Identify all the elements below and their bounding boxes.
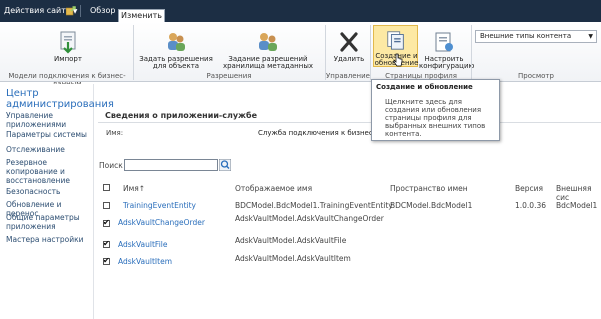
import-button[interactable]: Импорт [48,30,88,63]
set-object-permissions-label: Задать разрешения для объекта [139,55,213,70]
row-external-system: BdcModel1 [556,201,598,210]
row-name-link[interactable]: TrainingEventEntity [123,201,196,210]
configure-page-icon [435,32,453,52]
site-actions-label: Действия сайта [4,6,71,15]
delete-x-icon [340,32,358,52]
top-bar: Действия сайта ▼ Обзор Изменить [0,0,601,22]
tab-browse[interactable]: Обзор [90,6,115,15]
row-name-link[interactable]: AdskVaultFile [118,240,167,249]
search-label: Поиск [99,161,123,170]
navigate-up-icon[interactable] [66,5,77,16]
ribbon-tooltip: Создание и обновление Щелкните здесь для… [371,79,500,141]
column-header-name[interactable]: Имя↑ [123,184,145,193]
nav-item-configuration-wizards[interactable]: Мастера настройки [6,235,94,244]
set-object-permissions-button[interactable]: Задать разрешения для объекта [136,30,216,70]
column-header-display-name: Отображаемое имя [235,184,313,193]
configure-button[interactable]: Настроить конфигурацию [419,30,474,70]
import-label: Импорт [54,55,82,63]
tab-edit[interactable]: Изменить [118,9,165,22]
row-version: 1.0.0.36 [515,201,547,210]
row-display-name: BDCModel.BdcModel1.TrainingEventEntity [235,201,393,210]
divider [80,5,81,17]
users-permissions-icon [168,33,185,51]
nav-item-application-management[interactable]: Управление приложениями [6,111,94,129]
section-title: Сведения о приложении-службе [105,111,258,120]
nav-item-system-settings[interactable]: Параметры системы [6,130,94,139]
delete-label: Удалить [333,55,365,63]
row-display-name: AdskVaultModel.AdskVaultFile [235,236,347,245]
group-label-permissions: Разрешения [206,72,252,80]
row-display-name: AdskVaultModel.AdskVaultChangeOrder [235,214,384,223]
divider [98,122,601,123]
row-display-name: AdskVaultModel.AdskVaultItem [235,254,351,263]
chevron-down-icon: ▼ [588,33,593,40]
set-metadata-store-permissions-label: Задание разрешений хранилища метаданных [222,55,314,70]
create-upgrade-icon [387,31,404,50]
column-header-version: Версия [515,184,544,193]
nav-item-backup-restore[interactable]: Резервное копирование и восстановление [6,158,86,185]
row-namespace: BDCModel.BdcModel1 [390,201,473,210]
nav-item-general-app-settings[interactable]: Общие параметры приложения [6,213,84,231]
configure-label: Настроить конфигурацию [419,55,475,70]
left-navigation: Центр администрирования Управление прило… [0,84,114,319]
select-all-checkbox[interactable] [103,184,110,191]
row-checkbox[interactable] [103,202,110,209]
delete-button[interactable]: Удалить [330,30,368,63]
users-store-permissions-icon [259,33,277,51]
row-checkbox[interactable] [103,218,110,227]
tooltip-body: Щелкните здесь для создания или обновлен… [385,98,486,138]
name-label: Имя: [106,129,124,137]
nav-item-monitoring[interactable]: Отслеживание [6,145,94,154]
import-icon [60,31,76,54]
row-name-link[interactable]: AdskVaultItem [118,257,172,266]
column-header-external-system: Внешняя сис [556,184,592,202]
set-metadata-store-permissions-button[interactable]: Задание разрешений хранилища метаданных [218,30,318,70]
search-input[interactable] [124,159,218,171]
central-admin-link[interactable]: Центр администрирования [6,88,114,110]
mouse-cursor-icon [393,53,403,67]
group-label-manage: Управление [326,72,370,80]
view-select[interactable]: Внешние типы контента ▼ [475,30,597,43]
search-icon[interactable] [219,159,231,171]
row-checkbox[interactable] [103,239,110,248]
tooltip-title: Создание и обновление [376,83,473,91]
row-checkbox[interactable] [103,256,110,265]
row-name-link[interactable]: AdskVaultChangeOrder [118,218,205,227]
view-select-value: Внешние типы контента [480,32,572,40]
column-header-namespace: Пространство имен [390,184,468,193]
nav-item-security[interactable]: Безопасность [6,187,94,196]
